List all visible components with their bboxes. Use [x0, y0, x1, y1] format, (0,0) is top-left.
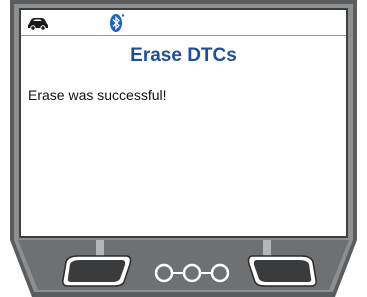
screen-title: Erase DTCs — [130, 45, 237, 66]
status-bar — [21, 10, 346, 36]
status-message: Erase was successful! — [28, 87, 167, 103]
bluetooth-icon — [110, 14, 125, 32]
scan-tool-device: Erase DTCs Erase was successful! — [0, 0, 367, 297]
left-softkey-button[interactable] — [60, 254, 134, 288]
display-screen: Erase DTCs Erase was successful! — [21, 10, 346, 236]
navigation-dots — [154, 263, 230, 283]
car-icon — [28, 18, 48, 30]
right-softkey-button[interactable] — [245, 254, 319, 288]
